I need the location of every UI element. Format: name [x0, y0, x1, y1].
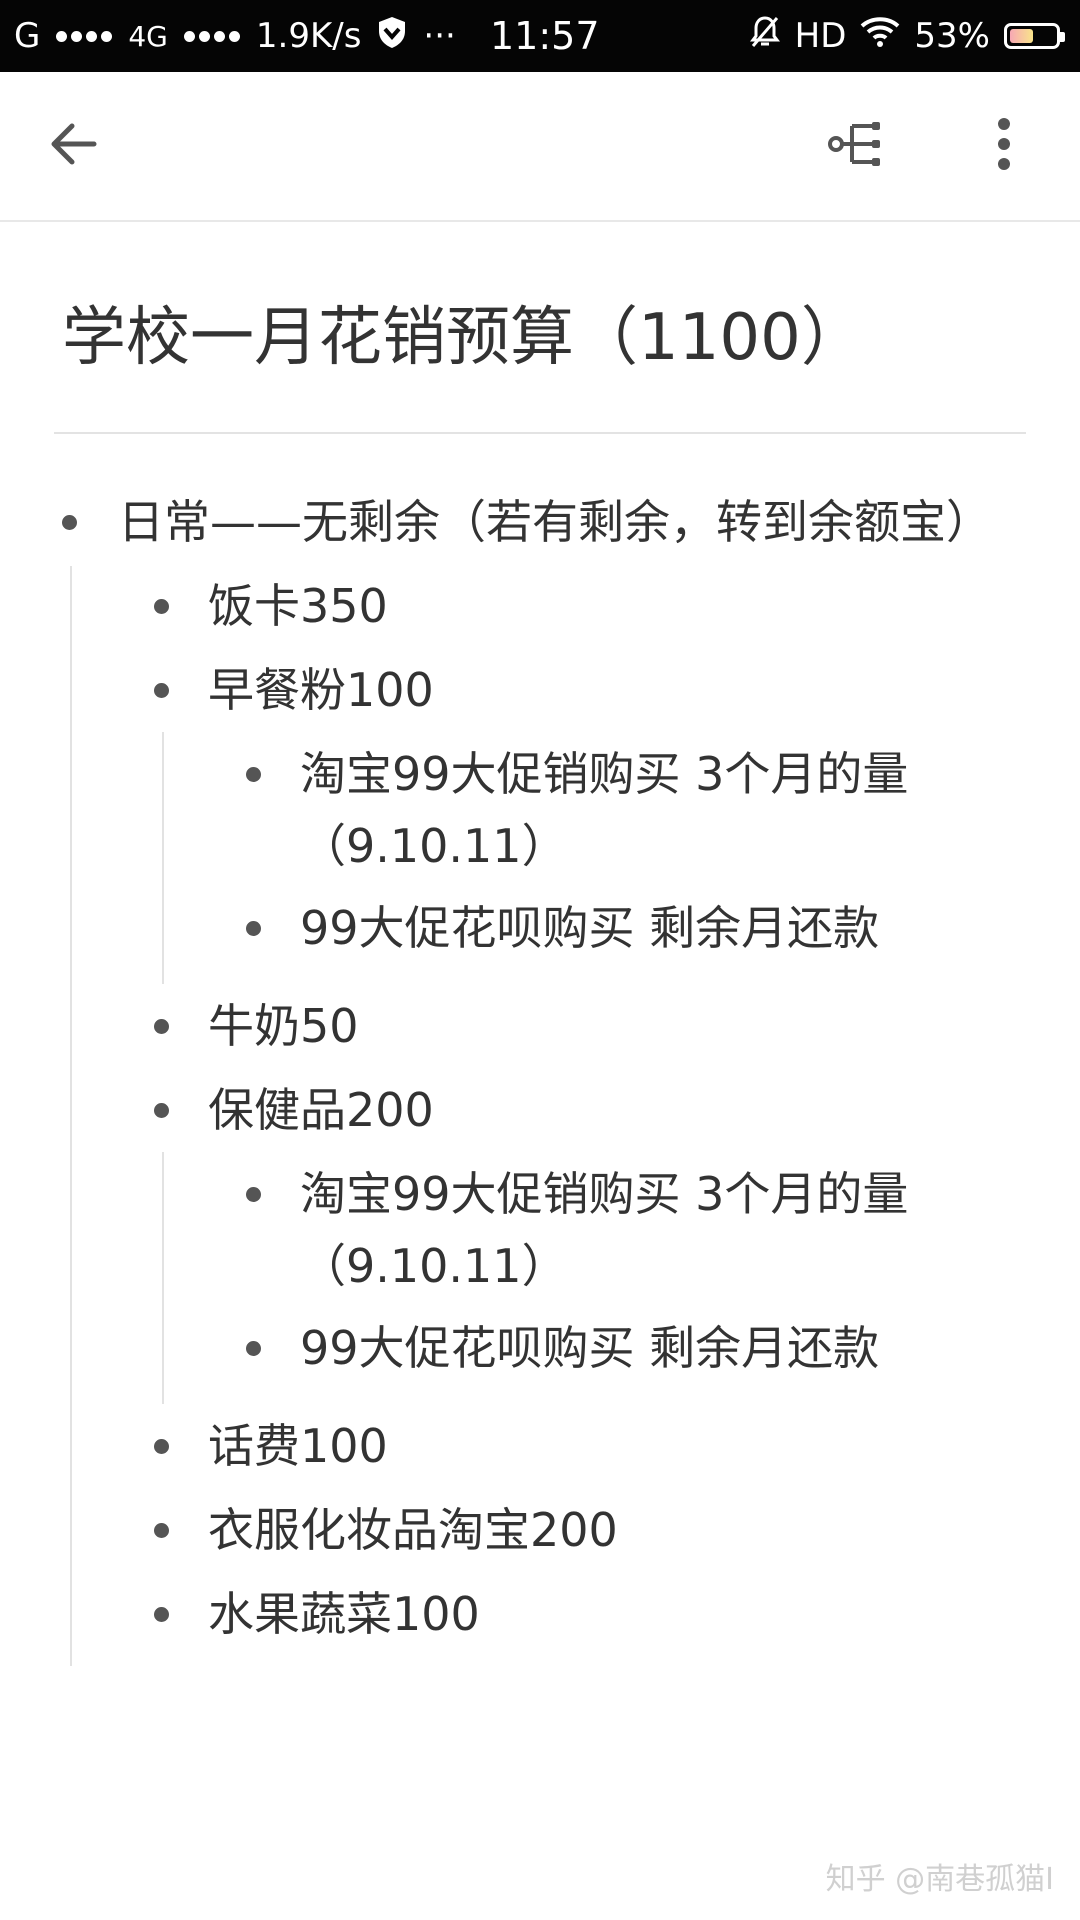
- bullet-dot[interactable]: [246, 1187, 261, 1202]
- bullet-dot[interactable]: [154, 1019, 169, 1034]
- battery-percent: 53%: [914, 16, 990, 56]
- back-button[interactable]: [36, 108, 112, 184]
- document-title[interactable]: 学校一月花销预算（1100）: [62, 286, 865, 378]
- more-options-button[interactable]: [966, 108, 1042, 184]
- carrier-label: G: [14, 16, 41, 56]
- arrow-left-icon: [46, 116, 102, 176]
- bullet-dot[interactable]: [154, 1439, 169, 1454]
- bullet-dot[interactable]: [246, 921, 261, 936]
- mindmap-icon: [826, 114, 886, 178]
- outline-item-taobao-promo-cont: （9.10.11）: [300, 1239, 568, 1293]
- outline-guide-line: [162, 732, 164, 984]
- bullet-dot[interactable]: [154, 1103, 169, 1118]
- outline-item-breakfast[interactable]: 早餐粉100: [208, 654, 434, 726]
- outline-item-supplements[interactable]: 保健品200: [208, 1074, 434, 1146]
- wifi-icon: [860, 16, 900, 57]
- outline-guide-line: [162, 1152, 164, 1404]
- outline-item-daily[interactable]: 日常——无剩余（若有剩余，转到余额宝）: [118, 486, 992, 558]
- outline-item-taobao-promo-cont: （9.10.11）: [300, 819, 568, 873]
- bullet-dot[interactable]: [154, 1607, 169, 1622]
- network-speed: 1.9K/s: [255, 16, 362, 56]
- outline-item-taobao-promo[interactable]: 淘宝99大促销购买 3个月的量: [300, 738, 908, 810]
- status-bar: G 4G 1.9K/s ··· 11:57 HD 53%: [0, 0, 1080, 72]
- outline-item-fruit-veg[interactable]: 水果蔬菜100: [208, 1578, 480, 1650]
- watermark: 知乎 @南巷孤猫I: [825, 1862, 1054, 1897]
- bullet-dot[interactable]: [62, 515, 77, 530]
- app-toolbar: [0, 72, 1080, 222]
- signal-strength-icon: [56, 30, 113, 42]
- outline-item-huabei[interactable]: 99大促花呗购买 剩余月还款: [300, 1312, 879, 1384]
- hd-label: HD: [794, 16, 847, 56]
- bullet-dot[interactable]: [154, 599, 169, 614]
- clock: 11:57: [490, 14, 600, 58]
- bullet-dot[interactable]: [246, 1341, 261, 1356]
- outline-item-milk[interactable]: 牛奶50: [208, 990, 359, 1062]
- outline-item-clothes-cosmetics[interactable]: 衣服化妆品淘宝200: [208, 1494, 618, 1566]
- more-vertical-icon: [994, 116, 1014, 176]
- signal-strength-icon-2: [183, 30, 240, 42]
- bullet-dot[interactable]: [246, 767, 261, 782]
- outline-item-huabei[interactable]: 99大促花呗购买 剩余月还款: [300, 892, 879, 964]
- outline-item-meal-card[interactable]: 饭卡350: [208, 570, 388, 642]
- mindmap-button[interactable]: [818, 108, 894, 184]
- bullet-dot[interactable]: [154, 683, 169, 698]
- title-divider: [54, 432, 1026, 434]
- more-notifications-indicator: ···: [423, 16, 456, 56]
- network-type-label: 4G: [128, 19, 168, 53]
- bullet-dot[interactable]: [154, 1523, 169, 1538]
- outline-guide-line: [70, 566, 72, 1666]
- battery-icon: [1004, 23, 1065, 49]
- mute-icon: [749, 14, 781, 59]
- outline-item-phone-bill[interactable]: 话费100: [208, 1410, 388, 1482]
- outline-item-taobao-promo[interactable]: 淘宝99大促销购买 3个月的量: [300, 1158, 908, 1230]
- vpn-icon: [377, 15, 407, 58]
